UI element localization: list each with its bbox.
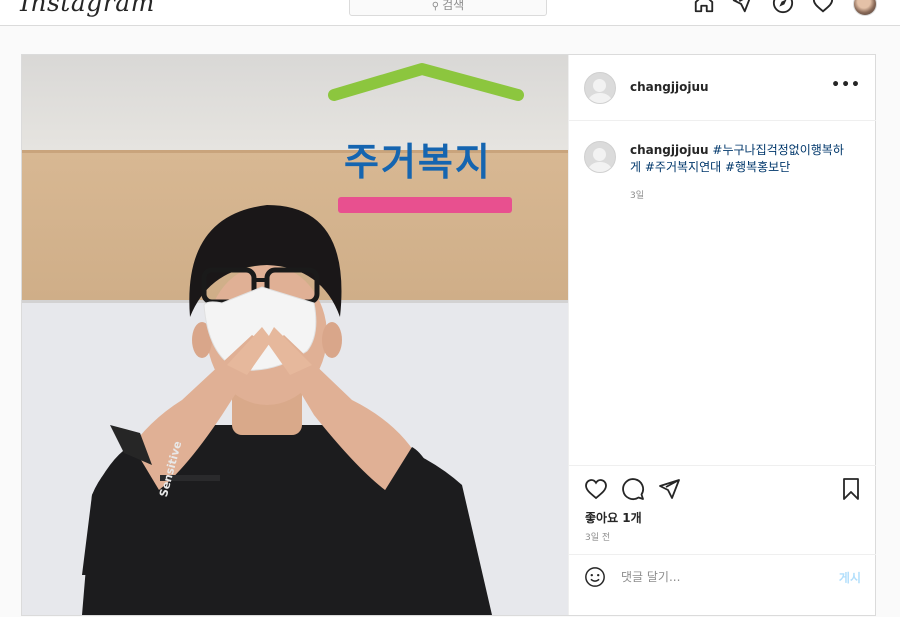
search-icon: ⚲ (431, 1, 440, 12)
search-box[interactable]: ⚲ 검색 (349, 0, 547, 16)
more-options-icon[interactable]: ••• (831, 77, 861, 93)
top-nav-bar: Instagram ⚲ 검색 (0, 0, 900, 26)
comment-icon[interactable] (621, 477, 645, 501)
sign-underline (338, 197, 512, 213)
post-photo[interactable]: 주거복지 Sensitive (22, 55, 568, 615)
post-actions: 좋아요 1개 3일 전 게시 (569, 465, 876, 616)
caption-username[interactable]: changjjojuu (630, 143, 709, 157)
author-avatar[interactable] (584, 72, 616, 104)
add-comment-bar: 게시 (569, 554, 876, 617)
comment-input[interactable] (619, 565, 823, 589)
post-header: changjjojuu ••• (569, 55, 876, 121)
post-caption: changjjojuu #누구나집걱정없이행복하게 #주거복지연대 #행복홍보단 (630, 142, 850, 176)
post-sidebar: changjjojuu ••• changjjojuu #누구나집걱정없이행복하… (568, 55, 876, 615)
caption-avatar[interactable] (584, 141, 616, 173)
like-heart-icon[interactable] (584, 477, 608, 501)
post-comment-button[interactable]: 게시 (839, 569, 861, 586)
search-placeholder: 검색 (442, 0, 465, 12)
post-time: 3일 전 (585, 533, 611, 543)
likes-count[interactable]: 좋아요 1개 (585, 509, 642, 526)
activity-heart-icon[interactable] (812, 0, 834, 14)
hashtag-link[interactable]: #주거복지연대 (645, 160, 721, 174)
share-icon[interactable] (657, 477, 681, 501)
direct-icon[interactable] (731, 0, 753, 14)
caption-time: 3일 (630, 191, 645, 201)
author-username[interactable]: changjjojuu (630, 80, 709, 94)
comments-scrollbar[interactable] (869, 121, 873, 461)
explore-icon[interactable] (772, 0, 794, 14)
sign-text: 주거복지 (344, 140, 492, 184)
home-icon[interactable] (693, 0, 715, 14)
instagram-logo[interactable]: Instagram (20, 0, 155, 17)
emoji-icon[interactable] (584, 566, 606, 588)
hashtag-link[interactable]: #행복홍보단 (725, 160, 790, 174)
post-card: 주거복지 Sensitive changjjojuu ••• changjjoj… (21, 54, 876, 616)
profile-avatar[interactable] (853, 0, 877, 16)
save-bookmark-icon[interactable] (839, 477, 863, 501)
